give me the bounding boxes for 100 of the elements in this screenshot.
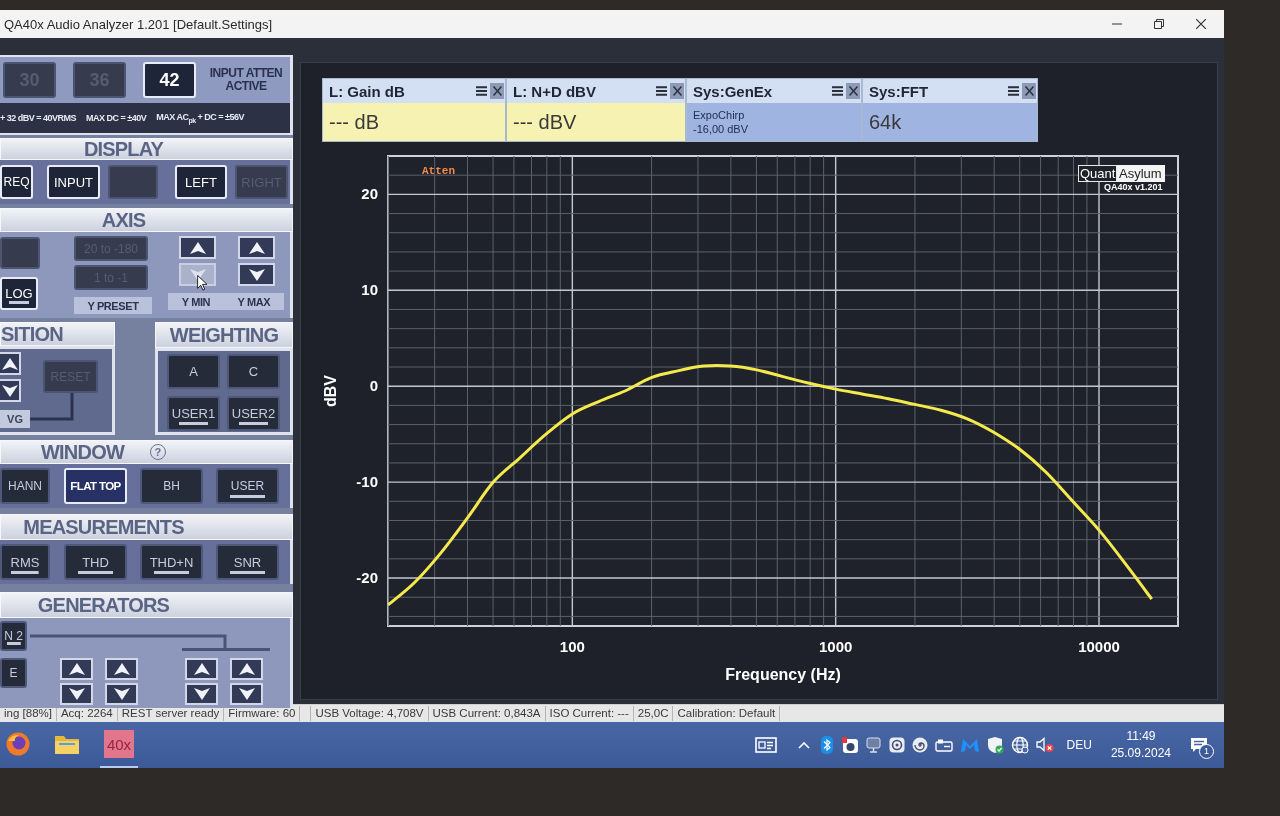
weighting-button[interactable]: USER2 xyxy=(227,395,280,431)
attenuation-button[interactable]: 42 xyxy=(143,62,196,98)
measurement-button[interactable]: THD+N xyxy=(140,544,203,580)
y-tick-label: -10 xyxy=(356,473,378,491)
close-icon xyxy=(492,86,502,96)
status-field: Firmware: 60 xyxy=(224,706,301,721)
bluetooth-icon xyxy=(820,736,833,754)
up-arrow-button[interactable] xyxy=(238,236,275,259)
y-tick-label: 0 xyxy=(369,377,378,395)
y-tick-label: -20 xyxy=(356,569,378,587)
status-field: Calibration: Default xyxy=(673,706,781,721)
x-tick-label: 1000 xyxy=(819,638,853,655)
input-limit-note: MAX AC$_{pk}$ + DC = ±56V xyxy=(156,112,245,124)
status-field: REST server ready xyxy=(117,706,225,721)
down-arrow-button[interactable] xyxy=(105,683,138,705)
up-triangle-icon xyxy=(238,663,255,675)
y-limit-label: Y MAX xyxy=(237,295,271,308)
y-tick-label: 10 xyxy=(361,281,378,299)
tile-close-button[interactable] xyxy=(670,83,684,99)
y-tick-label: 20 xyxy=(361,185,378,203)
minimize-icon xyxy=(1112,23,1122,25)
down-triangle-icon xyxy=(193,688,210,700)
readout-detail-line: -16,00 dBV xyxy=(693,122,750,137)
up-arrow-button[interactable] xyxy=(0,352,21,375)
restore-icon xyxy=(1154,19,1164,29)
down-triangle-icon xyxy=(238,688,255,700)
averaging-label: VG xyxy=(0,410,30,428)
notifications-button[interactable]: 1 xyxy=(1184,730,1214,760)
measurement-button[interactable]: SNR xyxy=(216,544,279,580)
menu-icon xyxy=(655,86,667,96)
x-axis-title: Frequency (Hz) xyxy=(725,666,841,683)
window-type-button[interactable]: HANN xyxy=(0,468,50,504)
down-triangle-icon xyxy=(1,384,18,397)
weighting-button[interactable]: A xyxy=(167,354,220,389)
up-triangle-icon xyxy=(68,663,85,675)
input-language-button[interactable]: DEU xyxy=(1062,730,1096,760)
down-arrow-button[interactable] xyxy=(185,683,218,705)
scale-button[interactable]: LOG xyxy=(0,277,38,310)
down-arrow-button[interactable] xyxy=(179,263,216,286)
up-arrow-button[interactable] xyxy=(60,658,93,680)
display-button[interactable]: LEFT xyxy=(175,165,227,199)
down-arrow-button[interactable] xyxy=(60,683,93,705)
readout-title: L: N+D dBV xyxy=(513,82,596,100)
section-title: DISPLAY xyxy=(83,139,164,159)
y-preset-label: Y PRESET xyxy=(74,297,152,314)
clock-button[interactable]: 11:49 25.09.2024 xyxy=(1104,728,1177,762)
folder-icon xyxy=(55,734,79,754)
up-triangle-icon xyxy=(1,357,18,370)
window-type-button[interactable]: BH xyxy=(140,468,203,504)
measurement-button[interactable]: RMS xyxy=(0,544,50,580)
atten-status-label: INPUT ATTEN ACTIVE xyxy=(208,67,284,93)
section-title: SITION xyxy=(1,324,63,344)
disc-icon xyxy=(888,737,905,753)
generator-button[interactable]: E xyxy=(0,658,27,688)
readout-value: --- dB xyxy=(329,110,380,134)
weighting-button[interactable]: USER1 xyxy=(167,395,220,431)
wings-icon xyxy=(959,737,980,753)
tile-close-button[interactable] xyxy=(1022,83,1036,99)
up-arrow-button[interactable] xyxy=(105,658,138,680)
y-limit-label: Y MIN xyxy=(181,295,211,308)
window-title: QA40x Audio Analyzer 1.201 [Default.Settings] xyxy=(3,16,273,32)
x-tick-label: 100 xyxy=(559,638,585,655)
camera-icon xyxy=(841,736,859,754)
window-type-button[interactable]: USER xyxy=(216,468,279,504)
tile-close-button[interactable] xyxy=(490,83,504,99)
window-type-button[interactable]: FLAT TOP xyxy=(64,468,127,504)
close-icon xyxy=(848,86,858,96)
tile-menu-button[interactable] xyxy=(654,84,668,98)
display-button[interactable]: REQ xyxy=(0,165,33,199)
card-icon xyxy=(934,738,953,752)
measurement-button[interactable]: THD xyxy=(64,544,127,580)
readout-title: Sys:FFT xyxy=(869,82,929,100)
status-field: 25,0C xyxy=(633,706,674,721)
up-arrow-button[interactable] xyxy=(179,236,216,259)
up-triangle-icon xyxy=(189,241,206,254)
spiral-icon xyxy=(911,737,928,753)
tile-close-button[interactable] xyxy=(846,83,860,99)
status-field: Acq: 2264 xyxy=(56,706,118,721)
status-field: ISO Current: --- xyxy=(545,706,634,721)
mouse-pointer-icon xyxy=(197,275,208,291)
up-arrow-button[interactable] xyxy=(230,658,263,680)
up-arrow-button[interactable] xyxy=(185,658,218,680)
down-arrow-button[interactable] xyxy=(230,683,263,705)
down-arrow-button[interactable] xyxy=(0,379,21,402)
menu-icon xyxy=(831,86,843,96)
monitor-icon xyxy=(866,737,882,753)
section-title: MEASUREMENTS xyxy=(23,517,184,537)
tile-menu-button[interactable] xyxy=(830,84,844,98)
tile-menu-button[interactable] xyxy=(474,84,488,98)
status-field: USB Current: 0,843A xyxy=(428,706,546,721)
input-limit-note: + 32 dBV = 40VRMS xyxy=(0,113,77,123)
status-field: USB Voltage: 4,708V xyxy=(310,706,429,721)
down-arrow-button[interactable] xyxy=(238,263,275,286)
readout-detail-line: ExpoChirp xyxy=(693,107,746,122)
generator-button[interactable]: N 2 xyxy=(0,621,27,651)
display-button[interactable]: INPUT xyxy=(47,165,100,199)
tile-menu-button[interactable] xyxy=(1006,84,1020,98)
readout-title: L: Gain dB xyxy=(329,82,405,100)
globe-icon xyxy=(1010,736,1029,754)
weighting-button[interactable]: C xyxy=(227,354,280,389)
